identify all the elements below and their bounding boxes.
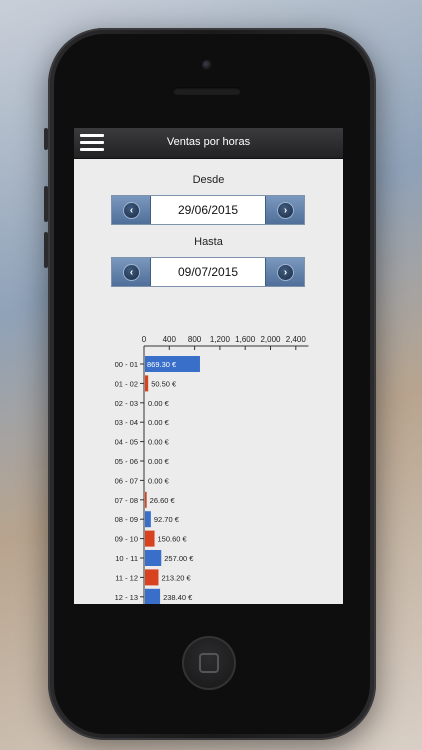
- data-label: 0.00 €: [148, 438, 170, 447]
- category-label: 12 - 13: [115, 593, 138, 602]
- volume-up-button: [44, 186, 48, 222]
- bar: [145, 550, 162, 566]
- hasta-prev-button[interactable]: ‹: [112, 258, 151, 286]
- mute-switch: [44, 128, 48, 150]
- hasta-date-value[interactable]: 09/07/2015: [150, 265, 266, 279]
- bar: [145, 588, 161, 604]
- data-label: 257.00 €: [164, 554, 194, 563]
- x-tick-label: 400: [163, 335, 177, 344]
- data-label: 238.40 €: [163, 593, 193, 602]
- navbar: Ventas por horas: [74, 128, 343, 159]
- data-label: 0.00 €: [148, 399, 170, 408]
- data-label: 26.60 €: [150, 496, 176, 505]
- front-camera: [202, 60, 212, 70]
- chevron-left-icon: ‹: [124, 203, 139, 218]
- hasta-date-picker: ‹ 09/07/2015 ›: [111, 257, 305, 287]
- category-label: 02 - 03: [115, 399, 138, 408]
- bar: [145, 530, 155, 547]
- data-label: 0.00 €: [148, 418, 170, 427]
- desde-date-picker: ‹ 29/06/2015 ›: [111, 195, 305, 225]
- desde-label: Desde: [192, 174, 225, 186]
- sales-by-hour-chart: 0 400 800 1,200 1,600 2,000 2,400 00 - 01 869.30…: [115, 335, 309, 604]
- bar: [145, 491, 147, 508]
- data-label: 150.60 €: [158, 535, 188, 544]
- category-label: 06 - 07: [115, 476, 138, 485]
- category-label: 10 - 11: [115, 554, 138, 563]
- desde-date-value[interactable]: 29/06/2015: [150, 203, 266, 217]
- category-label: 09 - 10: [115, 535, 138, 544]
- volume-down-button: [44, 232, 48, 268]
- chevron-left-icon: ‹: [124, 265, 139, 280]
- category-label: 11 - 12: [115, 573, 138, 582]
- bar: [145, 511, 151, 528]
- x-tick-label: 1,200: [210, 335, 231, 344]
- x-tick-label: 1,600: [235, 335, 256, 344]
- category-label: 03 - 04: [115, 418, 138, 427]
- bar: [145, 569, 159, 586]
- hasta-next-button[interactable]: ›: [265, 258, 304, 286]
- hasta-label: Hasta: [194, 236, 223, 248]
- chevron-right-icon: ›: [278, 203, 293, 218]
- bar: [145, 375, 149, 392]
- data-label: 0.00 €: [148, 457, 170, 466]
- category-label: 05 - 06: [115, 457, 138, 466]
- data-label: 50.50 €: [151, 379, 177, 388]
- x-tick-label: 0: [142, 335, 147, 344]
- chevron-right-icon: ›: [278, 265, 293, 280]
- category-label: 04 - 05: [115, 438, 138, 447]
- category-label: 08 - 09: [115, 515, 138, 524]
- data-label: 869.30 €: [147, 360, 177, 369]
- category-label: 00 - 01: [115, 360, 138, 369]
- data-label: 0.00 €: [148, 476, 170, 485]
- category-label: 01 - 02: [115, 379, 138, 388]
- home-square-icon: [199, 653, 219, 673]
- desde-prev-button[interactable]: ‹: [112, 196, 151, 224]
- page-title: Ventas por horas: [166, 136, 251, 148]
- data-label: 213.20 €: [161, 573, 191, 582]
- data-label: 92.70 €: [154, 515, 180, 524]
- desde-next-button[interactable]: ›: [265, 196, 304, 224]
- x-tick-label: 800: [188, 335, 202, 344]
- x-tick-label: 2,000: [260, 335, 281, 344]
- category-label: 07 - 08: [115, 496, 138, 505]
- x-tick-label: 2,400: [286, 335, 307, 344]
- app-screen: Ventas por horas Desde ‹ 29/06/2015 › Ha…: [74, 128, 343, 604]
- earpiece-speaker: [173, 87, 241, 95]
